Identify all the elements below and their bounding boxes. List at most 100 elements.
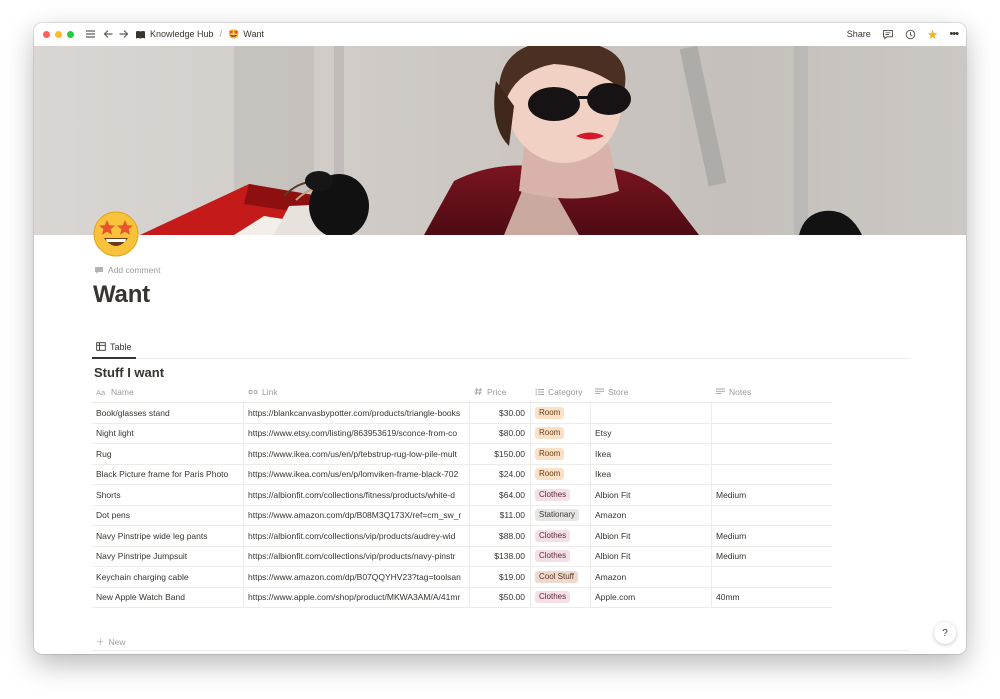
cell-notes[interactable]: Medium [712,485,832,505]
category-tag[interactable]: Room [535,427,565,440]
cell-link[interactable]: https://albionfit.com/collections/vip/pr… [244,526,470,546]
menu-icon[interactable] [84,28,96,40]
cell-store[interactable] [591,403,712,423]
table-row[interactable]: Shorts https://albionfit.com/collections/… [92,485,832,506]
cell-category[interactable]: Stationary [531,505,591,525]
cell-name[interactable]: Dot pens [92,505,244,525]
cell-notes[interactable] [712,424,832,444]
cell-name[interactable]: Black Picture frame for Paris Photo [92,464,244,484]
category-tag[interactable]: Stationary [535,509,580,522]
cell-store[interactable]: Ikea [591,464,712,484]
cell-category[interactable]: Room [531,423,591,443]
star-icon[interactable]: ★ [927,28,939,41]
category-tag[interactable]: Room [535,406,565,419]
database-title[interactable]: Stuff I want [94,365,164,380]
table-row[interactable]: Rug https://www.ikea.com/us/en/p/tebstrup… [92,444,832,465]
cell-link-text[interactable]: https://blankcanvasbypotter.com/products… [248,408,465,418]
cell-notes[interactable] [712,465,832,485]
cell-notes[interactable] [712,444,832,464]
cell-name[interactable]: Night light [92,423,244,443]
cell-link-text[interactable]: https://www.ikea.com/us/en/p/tebstrup-ru… [248,449,465,459]
cell-price[interactable]: $150.00 [470,444,531,464]
cell-link[interactable]: https://www.etsy.com/listing/863953619/s… [244,423,470,443]
cell-link-text[interactable]: https://albionfit.com/collections/fitnes… [248,490,465,500]
cell-store[interactable]: Amazon [591,505,712,525]
table-row[interactable]: Keychain charging cable https://www.amazo… [92,567,832,588]
cell-notes[interactable]: Medium [712,526,832,546]
cell-name[interactable]: Keychain charging cable [92,567,244,587]
cell-notes[interactable] [712,567,832,587]
new-row-button[interactable]: ＋ New [92,633,910,651]
cell-link-text[interactable]: https://www.apple.com/shop/product/MKWA3… [248,592,465,602]
share-button[interactable]: Share [847,29,871,39]
cell-notes[interactable] [712,506,832,526]
column-header-price[interactable]: Price [470,381,531,402]
page-title[interactable]: Want [93,281,150,309]
back-arrow-icon[interactable] [102,28,114,40]
cell-price[interactable]: $30.00 [470,403,531,423]
cell-store[interactable]: Apple.com [591,587,712,607]
cell-link[interactable]: https://albionfit.com/collections/fitnes… [244,485,470,505]
category-tag[interactable]: Room [535,468,565,481]
cell-link[interactable]: https://albionfit.com/collections/vip/pr… [244,546,470,566]
cell-price[interactable]: $19.00 [470,567,531,587]
cell-name[interactable]: Book/glasses stand [92,403,244,423]
cell-price[interactable]: $50.00 [470,587,531,607]
column-header-name[interactable]: Aa Name [92,381,244,402]
cell-link[interactable]: https://www.amazon.com/dp/B08M3Q173X/ref… [244,505,470,525]
cell-category[interactable]: Clothes [531,546,591,566]
history-icon[interactable] [905,29,916,40]
cell-category[interactable]: Room [531,403,591,423]
close-window-button[interactable] [43,30,50,38]
table-row[interactable]: Book/glasses stand https://blankcanvasbyp… [92,403,832,424]
cell-category[interactable]: Room [531,444,591,464]
page-icon-emoji[interactable] [92,210,140,258]
cell-category[interactable]: Clothes [531,587,591,607]
category-tag[interactable]: Clothes [535,550,571,563]
category-tag[interactable]: Clothes [535,488,571,501]
breadcrumb-page[interactable]: Want [243,29,264,39]
cell-link[interactable]: https://www.ikea.com/us/en/p/lomviken-fr… [244,464,470,484]
cell-store[interactable]: Amazon [591,567,712,587]
cell-store[interactable]: Albion Fit [591,546,712,566]
cell-price[interactable]: $88.00 [470,526,531,546]
cell-store[interactable]: Etsy [591,423,712,443]
column-header-link[interactable]: Link [244,381,470,402]
minimize-window-button[interactable] [55,30,62,38]
cell-category[interactable]: Room [531,464,591,484]
more-icon[interactable]: ••• [949,28,959,40]
cell-price[interactable]: $64.00 [470,485,531,505]
cell-notes[interactable]: 40mm [712,588,832,608]
cell-link-text[interactable]: https://albionfit.com/collections/vip/pr… [248,531,465,541]
comment-icon[interactable] [882,29,894,40]
cell-price[interactable]: $11.00 [470,505,531,525]
cell-price[interactable]: $80.00 [470,423,531,443]
cell-category[interactable]: Clothes [531,526,591,546]
category-tag[interactable]: Clothes [535,591,571,604]
cell-link[interactable]: https://www.amazon.com/dp/B07QQYHV23?tag… [244,567,470,587]
cell-link-text[interactable]: https://www.amazon.com/dp/B08M3Q173X/ref… [248,510,465,520]
column-header-notes[interactable]: Notes [712,381,832,402]
cell-name[interactable]: New Apple Watch Band [92,587,244,607]
cell-notes[interactable]: Medium [712,547,832,567]
table-row[interactable]: Black Picture frame for Paris Photo https… [92,464,832,485]
cell-name[interactable]: Rug [92,444,244,464]
cell-link-text[interactable]: https://www.ikea.com/us/en/p/lomviken-fr… [248,469,465,479]
cell-category[interactable]: Clothes [531,485,591,505]
table-row[interactable]: Night light https://www.etsy.com/listing/… [92,423,832,444]
cell-link[interactable]: https://blankcanvasbypotter.com/products… [244,403,470,423]
cell-name[interactable]: Shorts [92,485,244,505]
cell-store[interactable]: Albion Fit [591,485,712,505]
help-button[interactable]: ? [934,622,956,644]
cell-name[interactable]: Navy Pinstripe Jumpsuit [92,546,244,566]
maximize-window-button[interactable] [67,30,74,38]
forward-arrow-icon[interactable] [117,28,129,40]
tab-table-view[interactable]: Table [92,336,136,359]
table-row[interactable]: New Apple Watch Band https://www.apple.co… [92,587,832,608]
cell-link-text[interactable]: https://www.etsy.com/listing/863953619/s… [248,428,465,438]
column-header-store[interactable]: Store [591,381,712,402]
cell-category[interactable]: Cool Stuff [531,567,591,587]
column-header-category[interactable]: Category [531,381,591,402]
cell-price[interactable]: $24.00 [470,464,531,484]
cell-store[interactable]: Albion Fit [591,526,712,546]
